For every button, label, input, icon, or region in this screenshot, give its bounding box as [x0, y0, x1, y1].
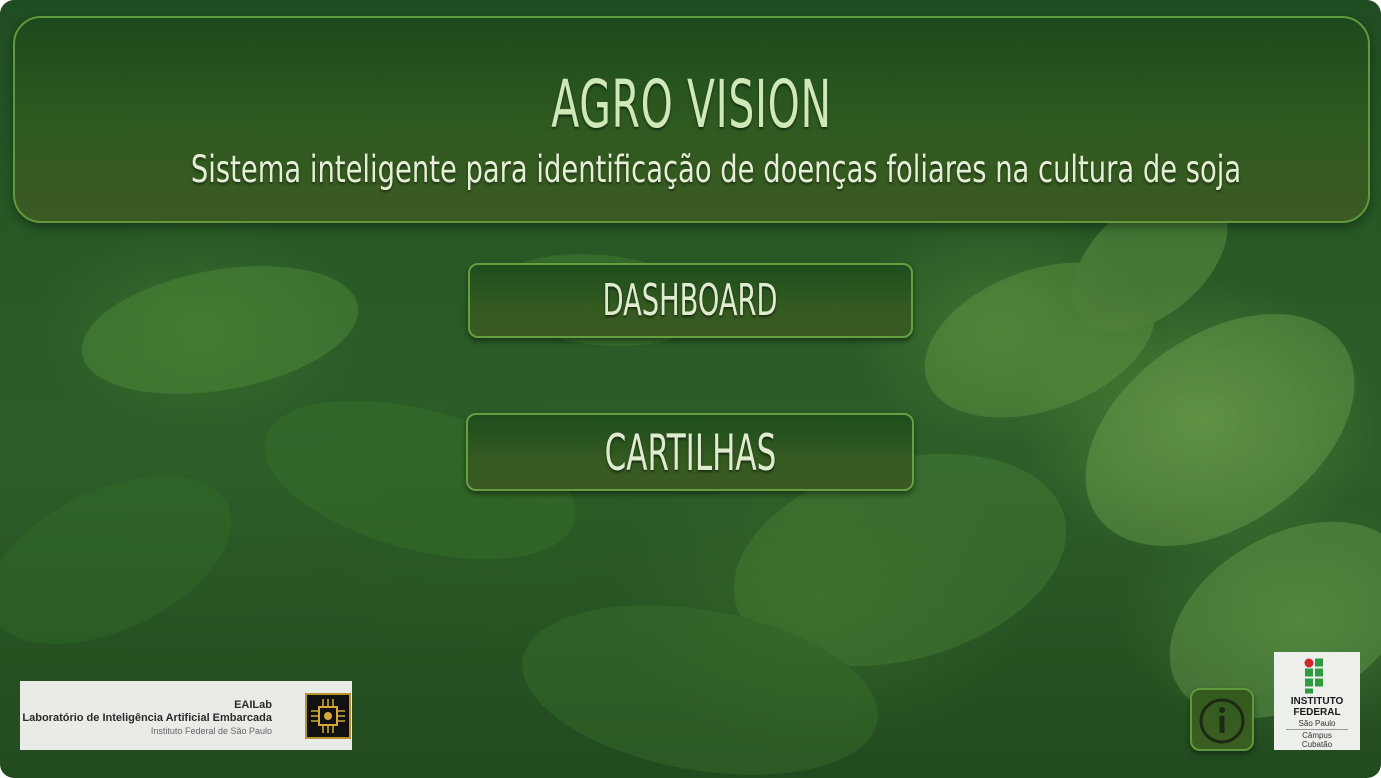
- ifsp-line2: FEDERAL: [1293, 707, 1341, 718]
- dashboard-button-label: DASHBOARD: [603, 275, 778, 326]
- ifsp-line4: Câmpus: [1302, 731, 1332, 740]
- ifsp-line3: São Paulo: [1298, 719, 1336, 728]
- dashboard-button[interactable]: DASHBOARD: [468, 263, 913, 338]
- info-button[interactable]: [1190, 688, 1254, 751]
- header-banner: AGRO VISION Sistema inteligente para ide…: [13, 16, 1370, 223]
- ifsp-divider: [1286, 729, 1348, 730]
- eailab-logo: EAILab Laboratório de Inteligência Artif…: [20, 681, 352, 750]
- app-title: AGRO VISION: [551, 66, 832, 143]
- if-logo-icon: [1304, 658, 1323, 694]
- chip-icon: [305, 693, 351, 739]
- info-icon: [1199, 698, 1245, 744]
- ifsp-line1: INSTITUTO: [1290, 696, 1344, 707]
- eailab-full-name: Laboratório de Inteligência Artificial E…: [22, 712, 272, 724]
- eailab-institution: Instituto Federal de São Paulo: [150, 726, 272, 736]
- ifsp-line5: Cubatão: [1301, 740, 1333, 749]
- app-subtitle: Sistema inteligente para identificação d…: [190, 148, 1242, 191]
- ifsp-logo: INSTITUTO FEDERAL São Paulo Câmpus Cubat…: [1274, 652, 1360, 750]
- cartilhas-button-label: CARTILHAS: [604, 424, 776, 482]
- app-window: AGRO VISION Sistema inteligente para ide…: [0, 0, 1381, 778]
- eailab-name: EAILab: [234, 699, 272, 711]
- cartilhas-button[interactable]: CARTILHAS: [466, 413, 914, 491]
